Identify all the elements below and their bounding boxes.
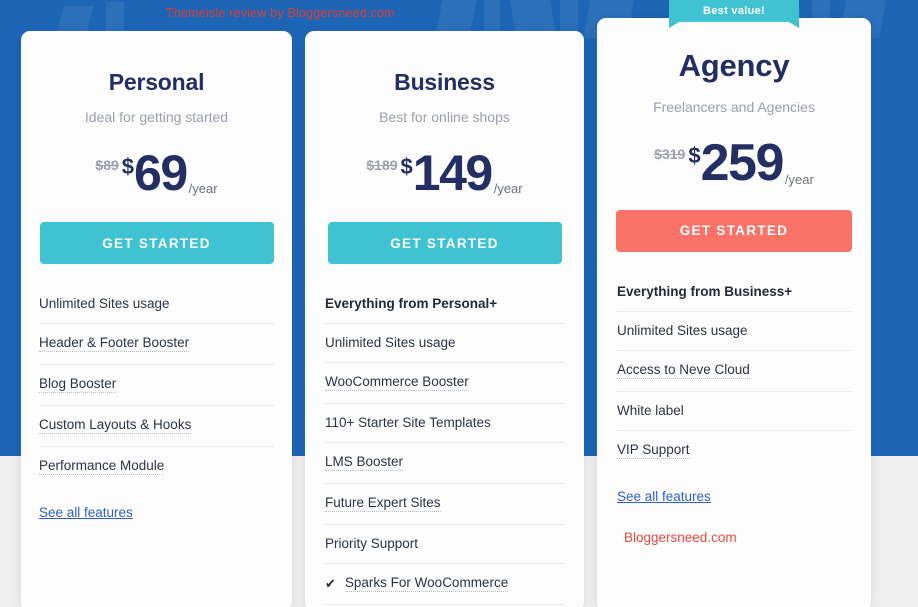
feature-list-item: LMS Booster <box>325 442 564 483</box>
feature-list-item: Header & Footer Booster <box>39 323 274 364</box>
feature-list-item: Performance Module <box>39 446 274 487</box>
feature-label[interactable]: Performance Module <box>39 458 165 475</box>
pricing-card-business: Business Best for online shops $189 $ 14… <box>305 31 584 607</box>
feature-label: Everything from Personal+ <box>325 296 498 311</box>
feature-label: Priority Support <box>325 536 419 551</box>
plan-tagline-agency: Freelancers and Agencies <box>653 99 815 115</box>
price-currency-business: $ <box>400 154 413 179</box>
card-header-business: Business Best for online shops <box>305 31 584 125</box>
feature-list-item: Future Expert Sites <box>325 483 564 524</box>
feature-list-business: Everything from Personal+ Unlimited Sites… <box>305 286 584 607</box>
price-currency-personal: $ <box>121 154 135 179</box>
feature-list-heading: Everything from Business+ <box>617 274 851 311</box>
feature-label[interactable]: VIP Support <box>617 442 690 459</box>
price-block-business: $189 $ 149 /year <box>305 145 584 201</box>
old-price-agency: $319 <box>654 146 686 162</box>
feature-label[interactable]: Blog Booster <box>39 376 117 393</box>
feature-list-personal: Unlimited Sites usage Header & Footer Boo… <box>21 286 292 487</box>
plan-name-business: Business <box>394 69 495 95</box>
price-period-business: /year <box>493 181 523 196</box>
feature-label[interactable]: WooCommerce Booster <box>325 374 469 391</box>
price-amount-business: 149 <box>412 145 493 201</box>
agency-card-watermark-text: Bloggersneed.com <box>624 530 737 545</box>
feature-list-heading: Everything from Personal+ <box>325 286 564 323</box>
pricing-card-agency: Agency Freelancers and Agencies $319 $ 2… <box>597 18 871 607</box>
feature-list-item: 110+ Starter Site Templates <box>325 403 564 442</box>
best-value-ribbon-label: Best value! <box>703 5 765 17</box>
feature-list-item: VIP Support <box>617 429 851 471</box>
price-amount-agency: 259 <box>700 134 785 192</box>
feature-label[interactable]: Future Expert Sites <box>325 495 441 512</box>
feature-list-item: Priority Support <box>325 524 564 563</box>
price-amount-personal: 69 <box>134 145 188 201</box>
price-block-agency: $319 $ 259 /year <box>597 134 871 192</box>
feature-list-item: WooCommerce Booster <box>325 362 564 403</box>
feature-list-item: White label <box>617 390 851 430</box>
old-price-business: $189 <box>366 157 398 173</box>
pricing-card-personal: Personal Ideal for getting started $89 $… <box>21 31 292 607</box>
price-block-personal: $89 $ 69 /year <box>21 145 292 201</box>
feature-label: White label <box>617 402 684 418</box>
feature-label: Unlimited Sites usage <box>39 296 170 311</box>
background-watermark-shape <box>56 6 94 34</box>
feature-label: Unlimited Sites usage <box>325 335 456 350</box>
feature-list-item: Custom Layouts & Hooks <box>39 405 274 446</box>
get-started-button-personal[interactable]: GET STARTED <box>39 222 274 264</box>
feature-label: Unlimited Sites usage <box>617 322 748 338</box>
old-price-personal: $89 <box>95 157 119 173</box>
get-started-button-agency[interactable]: GET STARTED <box>616 209 852 252</box>
feature-list-item: Access to Neve Cloud <box>617 349 851 391</box>
plan-name-agency: Agency <box>678 48 790 83</box>
feature-list-item: Unlimited Sites usage <box>617 310 851 350</box>
feature-label: 110+ Starter Site Templates <box>325 415 491 430</box>
top-watermark-text: Themeisle review by Bloggersneed.com <box>166 6 395 20</box>
feature-list-item: Unlimited Sites usage <box>39 286 274 323</box>
plan-tagline-personal: Ideal for getting started <box>84 109 229 125</box>
price-period-agency: /year <box>784 171 814 187</box>
feature-label[interactable]: Header & Footer Booster <box>39 335 190 352</box>
background-watermark-shape <box>106 2 124 34</box>
feature-list-item: ✔ Sparks For WooCommerce <box>325 563 564 604</box>
plan-name-personal: Personal <box>108 69 205 95</box>
see-all-features-link-agency[interactable]: See all features <box>617 489 711 504</box>
feature-label[interactable]: LMS Booster <box>325 454 404 471</box>
feature-list-item: Blog Booster <box>39 364 274 405</box>
plan-tagline-business: Best for online shops <box>379 109 510 125</box>
feature-list-item: Unlimited Sites usage <box>325 323 564 362</box>
feature-label[interactable]: Sparks For WooCommerce <box>344 575 509 592</box>
feature-label[interactable]: Custom Layouts & Hooks <box>39 417 192 434</box>
check-icon: ✔ <box>325 576 336 591</box>
price-period-personal: /year <box>188 181 218 196</box>
card-header-agency: Agency Freelancers and Agencies <box>597 18 871 115</box>
price-currency-agency: $ <box>688 143 701 168</box>
feature-label[interactable]: Access to Neve Cloud <box>617 362 750 379</box>
feature-label: Everything from Business+ <box>617 283 793 299</box>
get-started-button-business[interactable]: GET STARTED <box>327 222 562 264</box>
card-header-personal: Personal Ideal for getting started <box>21 31 292 125</box>
feature-list-agency: Everything from Business+ Unlimited Sites… <box>597 274 871 471</box>
see-all-features-link-personal[interactable]: See all features <box>39 505 133 520</box>
